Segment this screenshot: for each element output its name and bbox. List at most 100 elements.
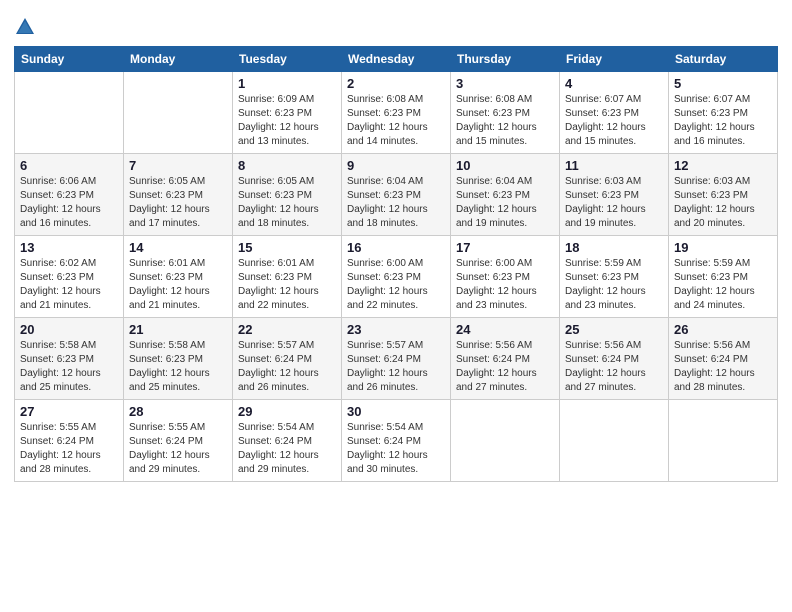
day-number: 12 <box>674 158 772 173</box>
day-number: 2 <box>347 76 445 91</box>
col-header-sunday: Sunday <box>15 47 124 72</box>
day-info: Sunrise: 6:08 AM Sunset: 6:23 PM Dayligh… <box>456 93 554 149</box>
calendar-cell: 14 Sunrise: 6:01 AM Sunset: 6:23 PM Dayli… <box>124 236 233 318</box>
day-number: 1 <box>238 76 336 91</box>
day-info: Sunrise: 6:07 AM Sunset: 6:23 PM Dayligh… <box>674 93 772 149</box>
calendar-cell: 30 Sunrise: 5:54 AM Sunset: 6:24 PM Dayli… <box>342 400 451 482</box>
day-info: Sunrise: 6:03 AM Sunset: 6:23 PM Dayligh… <box>565 175 663 231</box>
day-info: Sunrise: 5:59 AM Sunset: 6:23 PM Dayligh… <box>674 257 772 313</box>
calendar-cell <box>451 400 560 482</box>
calendar-cell: 16 Sunrise: 6:00 AM Sunset: 6:23 PM Dayli… <box>342 236 451 318</box>
day-number: 15 <box>238 240 336 255</box>
day-number: 23 <box>347 322 445 337</box>
calendar-cell: 3 Sunrise: 6:08 AM Sunset: 6:23 PM Daylig… <box>451 72 560 154</box>
col-header-tuesday: Tuesday <box>233 47 342 72</box>
calendar-cell: 4Sunrise: 6:07 AM Sunset: 6:23 PM Daylig… <box>560 72 669 154</box>
header <box>14 10 778 38</box>
day-info: Sunrise: 5:57 AM Sunset: 6:24 PM Dayligh… <box>347 339 445 395</box>
calendar-cell: 23 Sunrise: 5:57 AM Sunset: 6:24 PM Dayli… <box>342 318 451 400</box>
day-number: 28 <box>129 404 227 419</box>
calendar-cell: 26 Sunrise: 5:56 AM Sunset: 6:24 PM Dayli… <box>669 318 778 400</box>
day-number: 11 <box>565 158 663 173</box>
calendar-cell: 1 Sunrise: 6:09 AM Sunset: 6:23 PM Daylig… <box>233 72 342 154</box>
day-number: 13 <box>20 240 118 255</box>
col-header-thursday: Thursday <box>451 47 560 72</box>
day-info: Sunrise: 6:00 AM Sunset: 6:23 PM Dayligh… <box>456 257 554 313</box>
day-number: 26 <box>674 322 772 337</box>
calendar-cell: 10 Sunrise: 6:04 AM Sunset: 6:23 PM Dayli… <box>451 154 560 236</box>
logo-icon <box>14 16 36 38</box>
calendar-cell <box>15 72 124 154</box>
day-number: 14 <box>129 240 227 255</box>
calendar-cell: 20 Sunrise: 5:58 AM Sunset: 6:23 PM Dayli… <box>15 318 124 400</box>
day-number: 10 <box>456 158 554 173</box>
day-number: 17 <box>456 240 554 255</box>
calendar-cell: 9 Sunrise: 6:04 AM Sunset: 6:23 PM Daylig… <box>342 154 451 236</box>
day-info: Sunrise: 6:03 AM Sunset: 6:23 PM Dayligh… <box>674 175 772 231</box>
day-number: 19 <box>674 240 772 255</box>
calendar-cell: 28 Sunrise: 5:55 AM Sunset: 6:24 PM Dayli… <box>124 400 233 482</box>
day-number: 24 <box>456 322 554 337</box>
calendar-cell: 8Sunrise: 6:05 AM Sunset: 6:23 PM Daylig… <box>233 154 342 236</box>
calendar-cell: 24 Sunrise: 5:56 AM Sunset: 6:24 PM Dayli… <box>451 318 560 400</box>
day-number: 3 <box>456 76 554 91</box>
day-info: Sunrise: 6:00 AM Sunset: 6:23 PM Dayligh… <box>347 257 445 313</box>
day-number: 6 <box>20 158 118 173</box>
calendar-cell: 25 Sunrise: 5:56 AM Sunset: 6:24 PM Dayli… <box>560 318 669 400</box>
day-info: Sunrise: 5:57 AM Sunset: 6:24 PM Dayligh… <box>238 339 336 395</box>
day-number: 21 <box>129 322 227 337</box>
calendar-cell: 29Sunrise: 5:54 AM Sunset: 6:24 PM Dayli… <box>233 400 342 482</box>
day-number: 18 <box>565 240 663 255</box>
calendar-cell: 22Sunrise: 5:57 AM Sunset: 6:24 PM Dayli… <box>233 318 342 400</box>
day-info: Sunrise: 6:04 AM Sunset: 6:23 PM Dayligh… <box>456 175 554 231</box>
calendar-cell: 5 Sunrise: 6:07 AM Sunset: 6:23 PM Daylig… <box>669 72 778 154</box>
day-info: Sunrise: 5:56 AM Sunset: 6:24 PM Dayligh… <box>674 339 772 395</box>
day-number: 4 <box>565 76 663 91</box>
calendar-cell <box>124 72 233 154</box>
day-number: 7 <box>129 158 227 173</box>
calendar-cell: 15 Sunrise: 6:01 AM Sunset: 6:23 PM Dayli… <box>233 236 342 318</box>
calendar-cell: 19 Sunrise: 5:59 AM Sunset: 6:23 PM Dayli… <box>669 236 778 318</box>
calendar-week-row: 20 Sunrise: 5:58 AM Sunset: 6:23 PM Dayli… <box>15 318 778 400</box>
day-info: Sunrise: 5:55 AM Sunset: 6:24 PM Dayligh… <box>20 421 118 477</box>
calendar-cell: 18 Sunrise: 5:59 AM Sunset: 6:23 PM Dayli… <box>560 236 669 318</box>
day-info: Sunrise: 6:06 AM Sunset: 6:23 PM Dayligh… <box>20 175 118 231</box>
day-number: 27 <box>20 404 118 419</box>
logo <box>14 14 38 38</box>
day-number: 16 <box>347 240 445 255</box>
calendar-cell: 11 Sunrise: 6:03 AM Sunset: 6:23 PM Dayli… <box>560 154 669 236</box>
calendar-cell: 17 Sunrise: 6:00 AM Sunset: 6:23 PM Dayli… <box>451 236 560 318</box>
day-info: Sunrise: 6:02 AM Sunset: 6:23 PM Dayligh… <box>20 257 118 313</box>
calendar-cell: 13 Sunrise: 6:02 AM Sunset: 6:23 PM Dayli… <box>15 236 124 318</box>
day-info: Sunrise: 6:08 AM Sunset: 6:23 PM Dayligh… <box>347 93 445 149</box>
day-number: 5 <box>674 76 772 91</box>
day-number: 29 <box>238 404 336 419</box>
calendar-week-row: 27 Sunrise: 5:55 AM Sunset: 6:24 PM Dayli… <box>15 400 778 482</box>
col-header-friday: Friday <box>560 47 669 72</box>
day-number: 20 <box>20 322 118 337</box>
day-info: Sunrise: 5:56 AM Sunset: 6:24 PM Dayligh… <box>456 339 554 395</box>
day-info: Sunrise: 6:01 AM Sunset: 6:23 PM Dayligh… <box>238 257 336 313</box>
day-number: 25 <box>565 322 663 337</box>
calendar-week-row: 1 Sunrise: 6:09 AM Sunset: 6:23 PM Daylig… <box>15 72 778 154</box>
col-header-monday: Monday <box>124 47 233 72</box>
day-info: Sunrise: 6:09 AM Sunset: 6:23 PM Dayligh… <box>238 93 336 149</box>
day-info: Sunrise: 5:55 AM Sunset: 6:24 PM Dayligh… <box>129 421 227 477</box>
day-info: Sunrise: 5:58 AM Sunset: 6:23 PM Dayligh… <box>129 339 227 395</box>
day-info: Sunrise: 6:04 AM Sunset: 6:23 PM Dayligh… <box>347 175 445 231</box>
day-info: Sunrise: 6:05 AM Sunset: 6:23 PM Dayligh… <box>129 175 227 231</box>
day-number: 9 <box>347 158 445 173</box>
day-info: Sunrise: 5:59 AM Sunset: 6:23 PM Dayligh… <box>565 257 663 313</box>
day-info: Sunrise: 5:56 AM Sunset: 6:24 PM Dayligh… <box>565 339 663 395</box>
day-number: 30 <box>347 404 445 419</box>
day-info: Sunrise: 6:01 AM Sunset: 6:23 PM Dayligh… <box>129 257 227 313</box>
day-number: 8 <box>238 158 336 173</box>
calendar-header-row: SundayMondayTuesdayWednesdayThursdayFrid… <box>15 47 778 72</box>
calendar-cell <box>669 400 778 482</box>
col-header-wednesday: Wednesday <box>342 47 451 72</box>
calendar-cell: 6 Sunrise: 6:06 AM Sunset: 6:23 PM Daylig… <box>15 154 124 236</box>
calendar-cell: 27 Sunrise: 5:55 AM Sunset: 6:24 PM Dayli… <box>15 400 124 482</box>
calendar-week-row: 6 Sunrise: 6:06 AM Sunset: 6:23 PM Daylig… <box>15 154 778 236</box>
day-info: Sunrise: 5:58 AM Sunset: 6:23 PM Dayligh… <box>20 339 118 395</box>
day-info: Sunrise: 5:54 AM Sunset: 6:24 PM Dayligh… <box>347 421 445 477</box>
